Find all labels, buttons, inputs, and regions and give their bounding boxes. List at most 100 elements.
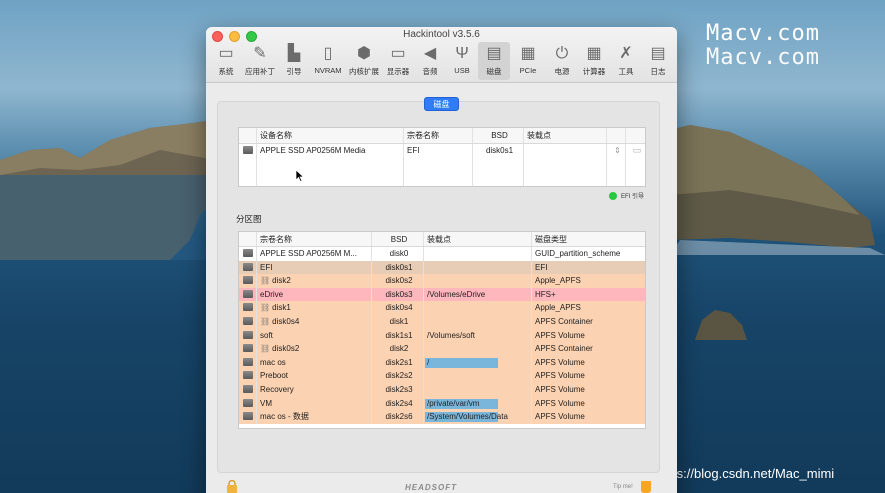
disk-header-volume[interactable]: 宗卷名称 <box>404 128 473 143</box>
partition-row[interactable]: VM disk2s4/private/var/vm APFS Volume <box>239 396 645 411</box>
partition-row[interactable]: ⛓ disk1 disk0s4 Apple_APFS <box>239 301 645 315</box>
part-row-icon <box>239 260 257 275</box>
part-row-bsd: disk2s6 <box>372 410 424 424</box>
lock-icon[interactable] <box>226 480 238 493</box>
part-row-icon <box>239 274 257 288</box>
part-row-mount: /Volumes/eDrive <box>424 287 532 302</box>
toolbar-item-calculator[interactable]: ▦ 计算器 <box>578 42 610 80</box>
toolbar-label: 日志 <box>650 67 666 76</box>
toolbar-item-display[interactable]: ▭ 显示器 <box>382 42 414 80</box>
folder-icon[interactable]: ▭ <box>626 144 645 186</box>
part-row-mount <box>424 274 532 288</box>
part-row-bsd-text: disk0 <box>389 249 409 258</box>
part-row-icon <box>239 396 257 411</box>
partition-row[interactable]: soft disk1s1/Volumes/soft APFS Volume <box>239 328 645 343</box>
mount-toggle-icon[interactable]: ⇕ <box>607 144 626 186</box>
hard-disk-icon <box>243 371 253 380</box>
toolbar-item-tools[interactable]: ✗ 工具 <box>610 42 642 80</box>
part-row-mount-text: /System/Volumes/Data <box>427 412 508 422</box>
hard-disk-icon <box>243 303 253 312</box>
toolbar-item-log[interactable]: ▤ 日志 <box>642 42 674 80</box>
part-row-mount: / <box>424 355 532 370</box>
part-row-type: APFS Container <box>532 342 645 356</box>
toolbar-item-patch[interactable]: ✎ 应用补丁 <box>242 42 278 80</box>
link-icon: ⛓ <box>260 316 271 326</box>
toolbar-item-disk[interactable]: ▤ 磁盘 <box>478 42 510 80</box>
part-row-name-text: disk1 <box>272 303 291 313</box>
headsoft-logo: HEADSOFT <box>405 483 457 492</box>
part-row-name: ⛓ disk0s2 <box>257 342 372 356</box>
part-row-icon <box>239 301 257 315</box>
efi-status-dot <box>609 191 617 200</box>
toolbar-item-power[interactable]: ⏻ 电源 <box>546 42 578 80</box>
part-row-icon <box>239 342 257 356</box>
part-header-type[interactable]: 磁盘类型 <box>532 232 645 246</box>
toolbar-label: USB <box>454 66 470 75</box>
part-row-bsd: disk2s2 <box>372 369 424 383</box>
part-header-name[interactable]: 宗卷名称 <box>257 232 372 246</box>
disk-row-bsd: disk0s1 <box>473 144 524 186</box>
toolbar-item-system[interactable]: ▭ 系统 <box>210 42 242 80</box>
disk-header-bsd[interactable]: BSD <box>473 128 524 143</box>
part-row-bsd: disk2s3 <box>372 382 424 397</box>
part-row-name-text: VM <box>260 398 272 408</box>
hard-disk-icon <box>243 357 253 366</box>
partition-row[interactable]: Preboot disk2s2 APFS Volume <box>239 369 645 383</box>
part-row-mount <box>424 369 532 383</box>
part-row-mount <box>424 314 532 329</box>
partition-row[interactable]: Recovery disk2s3 APFS Volume <box>239 382 645 397</box>
part-row-mount <box>424 260 532 275</box>
partition-table-header: 宗卷名称 BSD 装载点 磁盘类型 <box>239 232 645 247</box>
toolbar-label: PCIe <box>519 66 537 75</box>
partition-row[interactable]: eDrive disk0s3/Volumes/eDrive HFS+ <box>239 287 645 302</box>
toolbar-item-boot[interactable]: ▙ 引导 <box>278 42 310 80</box>
part-header-mount[interactable]: 装载点 <box>424 232 532 246</box>
partition-row[interactable]: APPLE SSD AP0256M M... disk0 GUID_partitio… <box>239 247 645 261</box>
mouse-cursor-icon <box>296 170 304 182</box>
part-row-type-text: EFI <box>535 262 548 272</box>
power-icon: ⏻ <box>555 45 569 62</box>
hard-disk-icon <box>243 262 253 271</box>
part-row-type-text: APFS Volume <box>535 330 585 340</box>
part-row-name-text: mac os - 数据 <box>260 412 309 422</box>
toolbar-label: 内核扩展 <box>349 67 379 76</box>
partition-row[interactable]: ⛓ disk0s2 disk2 APFS Container <box>239 342 645 356</box>
part-row-name-text: disk0s2 <box>272 344 300 354</box>
part-row-icon <box>239 382 257 397</box>
part-row-name-text: EFI <box>260 262 273 272</box>
tab-disk[interactable]: 磁盘 <box>424 97 459 111</box>
part-row-type: EFI <box>532 261 645 275</box>
part-row-name: APPLE SSD AP0256M M... <box>257 247 372 261</box>
hard-disk-icon <box>243 398 253 407</box>
coffee-cup-icon[interactable] <box>641 481 651 493</box>
disk-header-mount[interactable]: 装载点 <box>524 128 607 143</box>
toolbar-item-nvram[interactable]: ▯ NVRAM <box>310 42 346 80</box>
partition-row[interactable]: mac os - 数据 disk2s6/System/Volumes/Data AP… <box>239 410 645 424</box>
toolbar-item-pcie[interactable]: ▦ PCIe <box>510 42 546 80</box>
toolbar-item-audio[interactable]: ◀ 音频 <box>414 42 446 80</box>
pcie-icon: ▦ <box>520 45 536 62</box>
part-row-bsd-text: disk2s2 <box>385 371 413 381</box>
tip-me-label[interactable]: Tip me! <box>613 484 633 490</box>
audio-icon: ◀ <box>423 45 437 62</box>
part-header-bsd[interactable]: BSD <box>372 232 424 246</box>
part-row-name-text: Recovery <box>260 384 294 394</box>
disk-row-volume: EFI <box>404 144 473 186</box>
partition-row[interactable]: EFI disk0s1 EFI <box>239 260 645 275</box>
usb-icon: Ψ <box>455 45 469 62</box>
part-row-type: APFS Volume <box>532 329 645 343</box>
disk-header-extra-2 <box>626 128 645 143</box>
part-row-icon <box>239 247 257 261</box>
disk-header-device[interactable]: 设备名称 <box>257 128 404 143</box>
part-row-name-text: Preboot <box>260 371 289 381</box>
log-icon: ▤ <box>650 45 666 62</box>
toolbar-item-kext[interactable]: ⬢ 内核扩展 <box>346 42 382 80</box>
disk-icon: ▤ <box>486 45 502 62</box>
partition-row[interactable]: mac os disk2s1 / APFS Volume <box>239 355 645 370</box>
part-row-bsd-text: disk2s6 <box>385 412 413 422</box>
partition-row[interactable]: ⛓ disk2 disk0s2 Apple_APFS <box>239 274 645 288</box>
toolbar-item-usb[interactable]: Ψ USB <box>446 42 478 80</box>
part-row-mount <box>424 382 532 397</box>
disk-row-icon <box>239 144 257 186</box>
partition-row[interactable]: ⛓ disk0s4 disk1 APFS Container <box>239 314 645 329</box>
